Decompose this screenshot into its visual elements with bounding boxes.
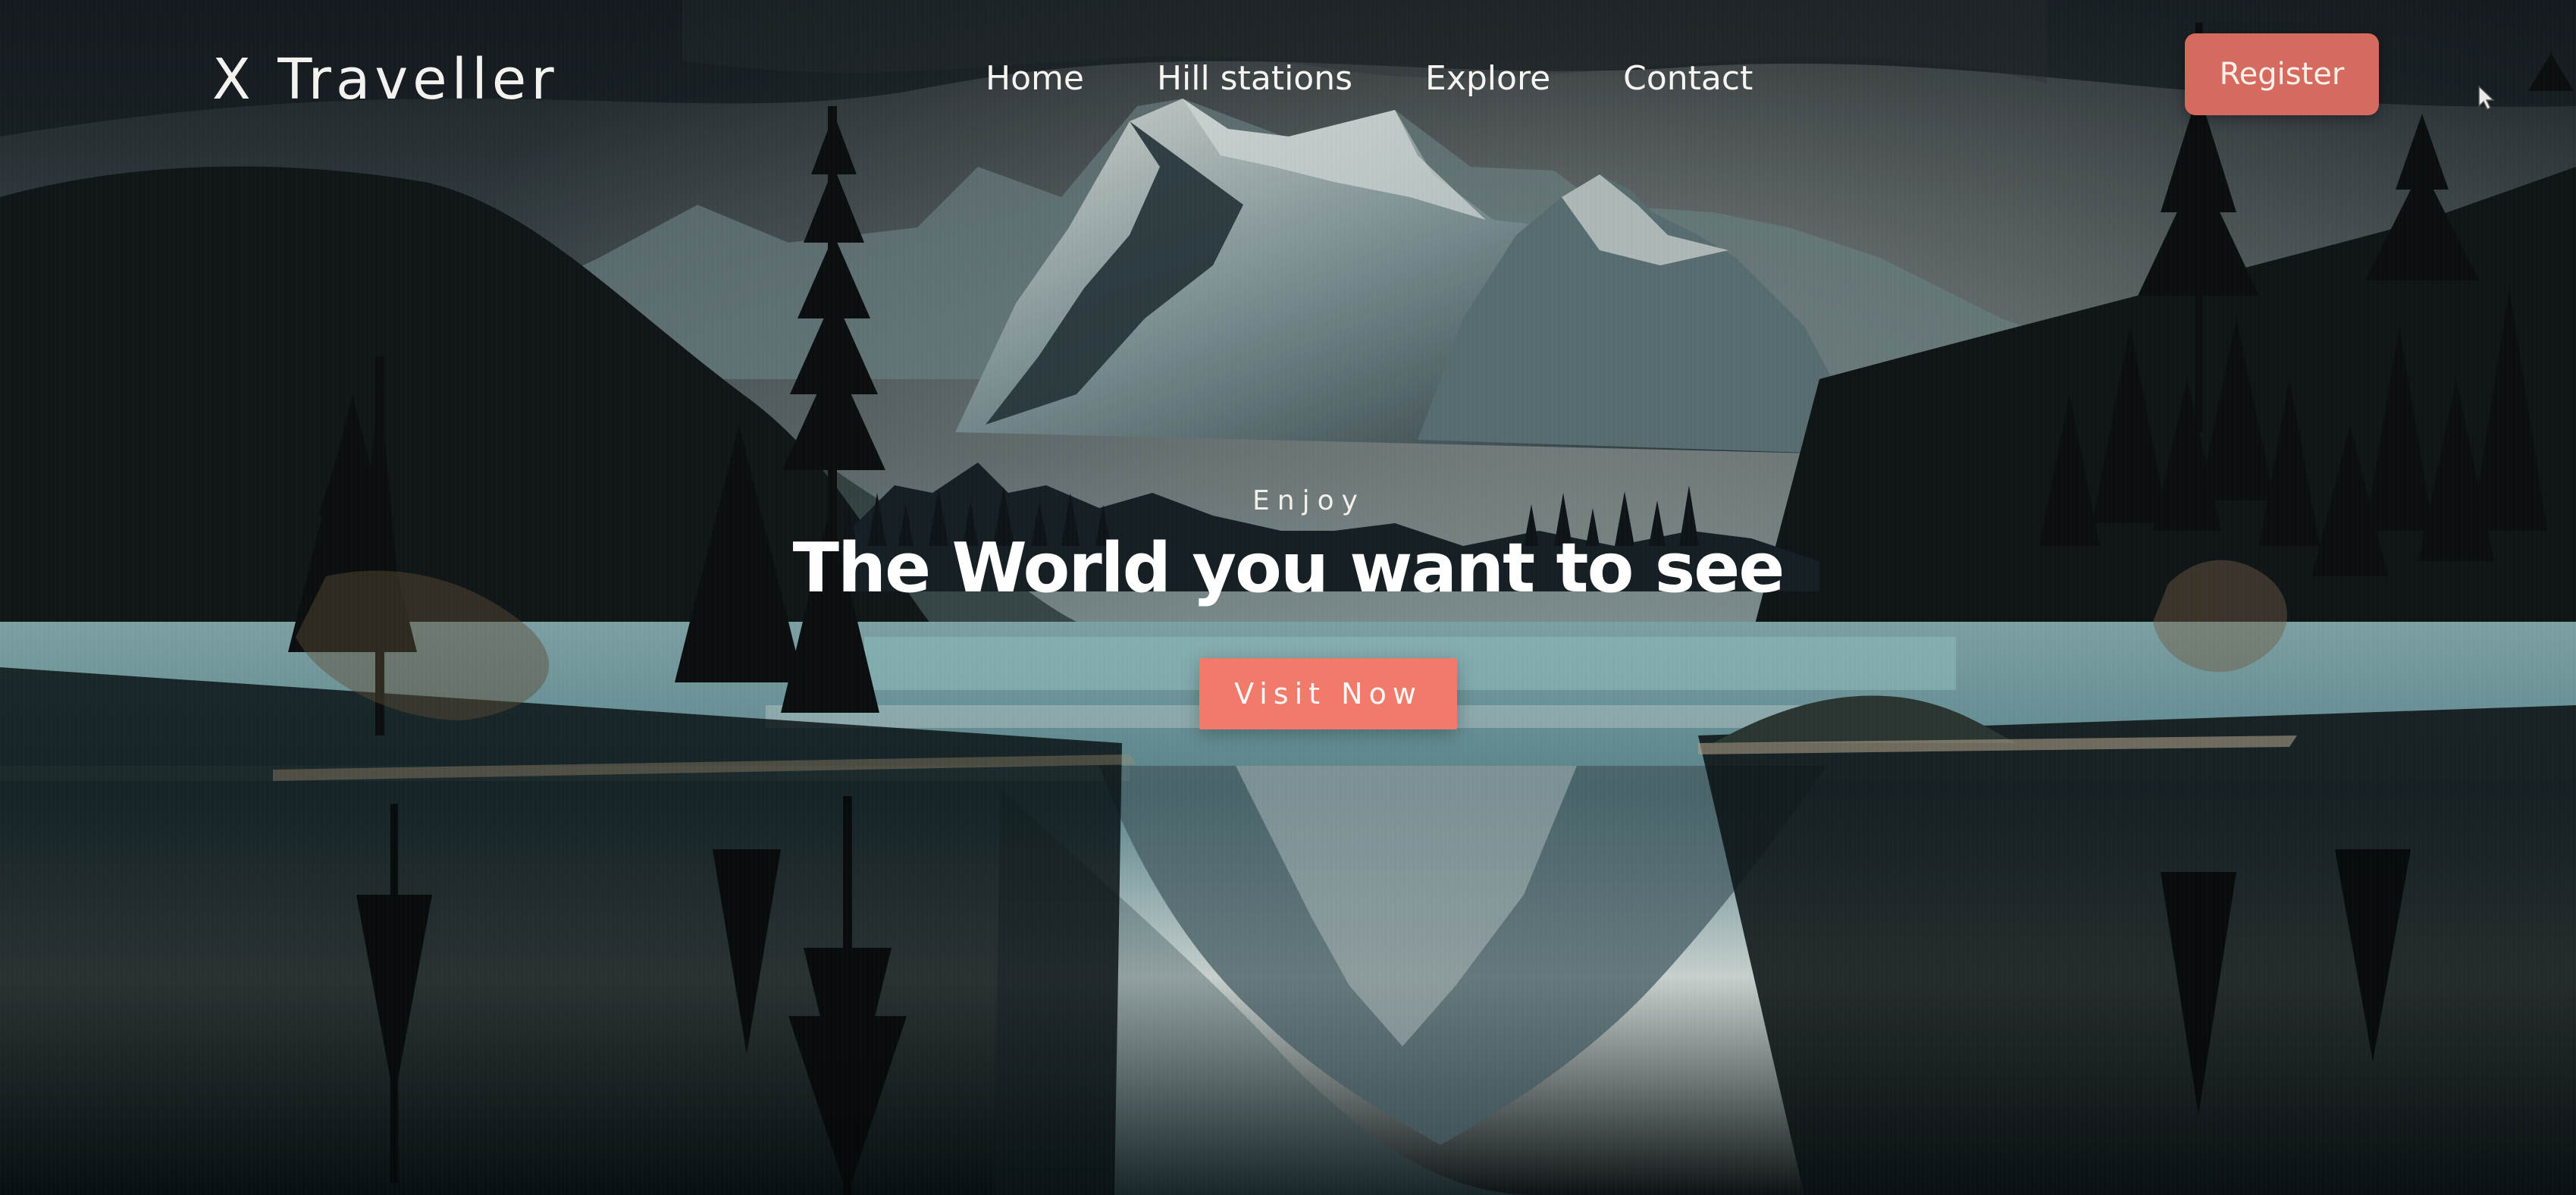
mouse-cursor-icon	[2478, 85, 2495, 110]
hero-headline: The World you want to see	[792, 528, 1785, 608]
visit-now-button[interactable]: Visit Now	[1199, 658, 1457, 729]
landing-page: X Traveller Home Hill stations Explore C…	[0, 0, 2576, 1195]
hero-eyebrow: Enjoy	[1252, 485, 1365, 516]
nav-link-explore[interactable]: Explore	[1425, 59, 1550, 98]
nav-link-contact[interactable]: Contact	[1623, 59, 1753, 98]
top-navbar: X Traveller Home Hill stations Explore C…	[0, 0, 2576, 159]
nav-link-hill-stations[interactable]: Hill stations	[1157, 59, 1352, 98]
nav-link-home[interactable]: Home	[986, 59, 1084, 98]
main-navigation: Home Hill stations Explore Contact	[986, 59, 1753, 98]
register-button[interactable]: Register	[2185, 33, 2379, 115]
hero-section: Enjoy The World you want to see	[0, 485, 2576, 654]
site-logo[interactable]: X Traveller	[212, 47, 559, 112]
